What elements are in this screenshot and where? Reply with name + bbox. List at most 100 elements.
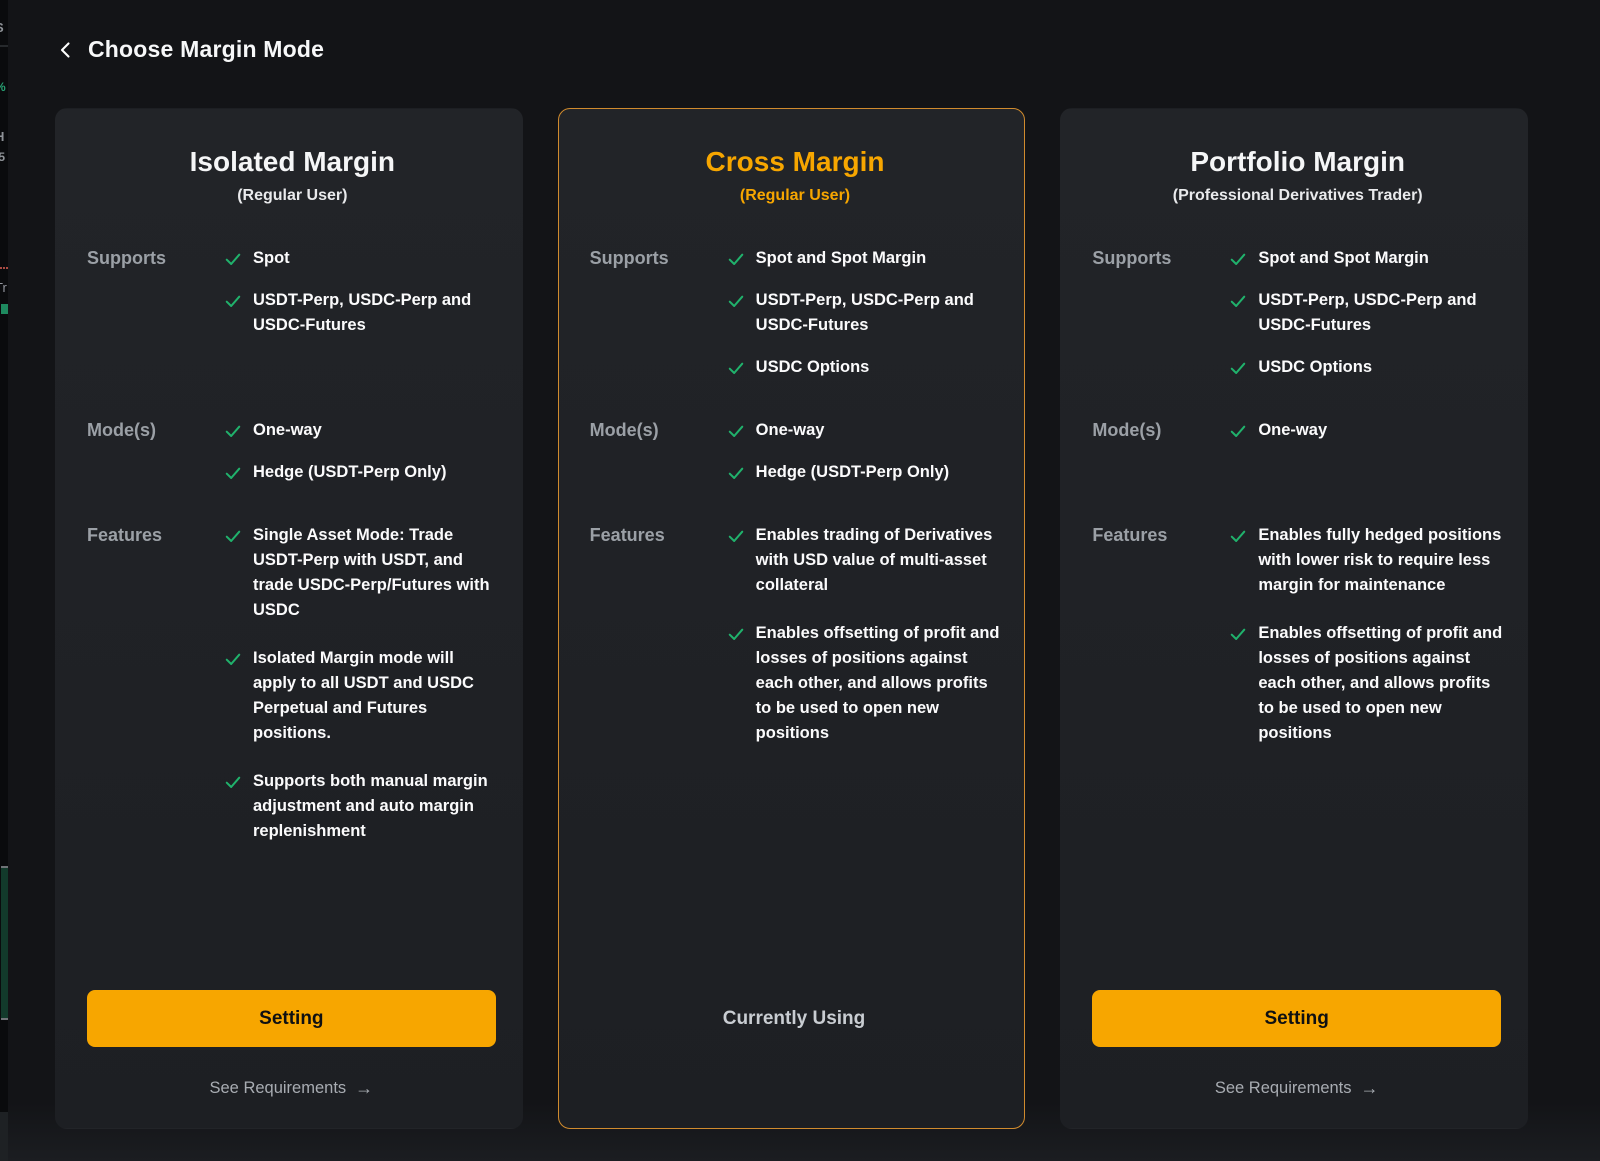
see-requirements-link[interactable]: See Requirements→ — [1215, 1076, 1379, 1100]
list-item-text: Enables fully hedged positions with lowe… — [1258, 523, 1503, 598]
section-items: One-way Hedge (USDT-Perp Only) — [726, 418, 1001, 523]
edge-green-volume-bar — [1, 866, 8, 1020]
card-footer: Setting See Requirements→ — [1092, 990, 1501, 1100]
back-button[interactable] — [55, 39, 77, 61]
list-item: USDC Options — [726, 355, 1001, 380]
list-item-text: USDT-Perp, USDC-Perp and USDC-Futures — [756, 288, 1001, 338]
arrow-right-icon: → — [1361, 1076, 1379, 1100]
section-supports: SupportsSpot USDT-Perp, USDC-Perp and USD… — [87, 246, 498, 418]
card-action: Currently Using — [590, 990, 999, 1047]
section-items: One-way — [1228, 418, 1503, 523]
check-icon — [1228, 358, 1248, 378]
check-icon — [1228, 624, 1248, 644]
setting-button[interactable]: Setting — [1092, 990, 1501, 1047]
card-subtitle: (Professional Derivatives Trader) — [1092, 186, 1503, 206]
section-items: One-way Hedge (USDT-Perp Only) — [223, 418, 498, 523]
edge-text-fragment: .5 — [0, 151, 5, 163]
list-item-text: USDC Options — [1258, 355, 1372, 380]
section-features: Features Enables fully hedged positions w… — [1092, 523, 1503, 769]
list-item-text: One-way — [253, 418, 322, 443]
edge-text-fragment: Tr — [0, 281, 7, 294]
card-sections: Supports Spot and Spot Margin USDT-Perp, U… — [1092, 246, 1503, 769]
section-label: Features — [1092, 523, 1228, 769]
edge-text-fragment: S — [0, 21, 4, 34]
section-modes: Mode(s)One-way — [1092, 418, 1503, 523]
section-label: Mode(s) — [590, 418, 726, 523]
list-item-text: One-way — [756, 418, 825, 443]
list-item-text: Hedge (USDT-Perp Only) — [756, 460, 949, 485]
list-item-text: USDC Options — [756, 355, 870, 380]
list-item: USDT-Perp, USDC-Perp and USDC-Futures — [726, 288, 1001, 338]
card-title: Portfolio Margin — [1092, 146, 1503, 178]
check-icon — [223, 249, 243, 269]
check-icon — [1228, 526, 1248, 546]
section-modes: Mode(s) One-way Hedge (USDT-Perp Only) — [590, 418, 1001, 523]
section-items: Enables trading of Derivatives with USD … — [726, 523, 1001, 769]
edge-bottom-panel — [0, 1112, 8, 1161]
section-features: Features Enables trading of Derivatives w… — [590, 523, 1001, 769]
list-item-text: Hedge (USDT-Perp Only) — [253, 460, 446, 485]
list-item-text: Isolated Margin mode will apply to all U… — [253, 646, 498, 746]
list-item: One-way — [223, 418, 498, 443]
page-background: S % H .5 Tr Choose Margin Mode Isolated … — [0, 0, 1600, 1161]
edge-red-dotted-line — [0, 267, 8, 269]
list-item: Isolated Margin mode will apply to all U… — [223, 646, 498, 746]
list-item: USDT-Perp, USDC-Perp and USDC-Futures — [223, 288, 498, 338]
setting-button[interactable]: Setting — [87, 990, 496, 1047]
card-action: Setting — [87, 990, 496, 1047]
chevron-left-icon — [56, 40, 76, 60]
list-item-text: Spot and Spot Margin — [756, 246, 927, 271]
section-features: FeaturesSingle Asset Mode: Trade USDT-Pe… — [87, 523, 498, 867]
section-label: Supports — [1092, 246, 1228, 418]
card-link-row — [590, 1076, 999, 1100]
card-link-row: See Requirements → — [87, 1076, 496, 1100]
card-subtitle: (Regular User) — [590, 186, 1001, 206]
card-footer: Setting See Requirements → — [87, 990, 496, 1100]
section-label: Features — [590, 523, 726, 769]
edge-divider — [0, 45, 8, 47]
section-supports: SupportsSpot and Spot MarginUSDT-Perp, U… — [590, 246, 1001, 418]
check-icon — [223, 772, 243, 792]
section-label: Mode(s) — [87, 418, 223, 523]
section-items: Enables fully hedged positions with lowe… — [1228, 523, 1503, 769]
card-sections: SupportsSpot USDT-Perp, USDC-Perp and USD… — [87, 246, 498, 867]
list-item: Enables offsetting of profit and losses … — [726, 621, 1001, 746]
list-item: Enables offsetting of profit and losses … — [1228, 621, 1503, 746]
check-icon — [1228, 291, 1248, 311]
section-items: Single Asset Mode: Trade USDT-Perp with … — [223, 523, 498, 867]
list-item-text: USDT-Perp, USDC-Perp and USDC-Futures — [253, 288, 498, 338]
check-icon — [223, 649, 243, 669]
see-requirements-link[interactable]: See Requirements → — [210, 1076, 374, 1100]
card-sections: SupportsSpot and Spot MarginUSDT-Perp, U… — [590, 246, 1001, 769]
list-item: Spot — [223, 246, 498, 271]
background-app-edge-sliver: S % H .5 Tr — [0, 0, 8, 1161]
section-label: Features — [87, 523, 223, 867]
list-item-text: Enables offsetting of profit and losses … — [756, 621, 1001, 746]
card-title: Isolated Margin — [87, 146, 498, 178]
check-icon — [726, 358, 746, 378]
check-icon — [223, 463, 243, 483]
list-item: USDT-Perp, USDC-Perp and USDC-Futures — [1228, 288, 1503, 338]
list-item-text: Enables offsetting of profit and losses … — [1258, 621, 1503, 746]
card-title: Cross Margin — [590, 146, 1001, 178]
card-subtitle: (Regular User) — [87, 186, 498, 206]
list-item: One-way — [1228, 418, 1503, 443]
card-isolated-margin: Isolated Margin (Regular User) SupportsS… — [55, 108, 523, 1129]
currently-using-status: Currently Using — [590, 990, 999, 1047]
edge-green-marker — [1, 304, 8, 314]
check-icon — [726, 291, 746, 311]
list-item-text: Spot and Spot Margin — [1258, 246, 1429, 271]
section-modes: Mode(s) One-way Hedge (USDT-Perp Only) — [87, 418, 498, 523]
card-footer: Currently Using — [590, 990, 999, 1100]
list-item: Spot and Spot Margin — [1228, 246, 1503, 271]
list-item-text: Enables trading of Derivatives with USD … — [756, 523, 1001, 598]
card-portfolio-margin: Portfolio Margin (Professional Derivativ… — [1060, 108, 1528, 1129]
list-item: Enables fully hedged positions with lowe… — [1228, 523, 1503, 598]
section-label: Supports — [87, 246, 223, 418]
edge-text-fragment: H — [0, 130, 4, 143]
check-icon — [726, 624, 746, 644]
arrow-right-icon: → — [355, 1076, 373, 1100]
see-requirements-label: See Requirements — [210, 1076, 347, 1100]
check-icon — [1228, 249, 1248, 269]
card-cross-margin: Cross Margin (Regular User) SupportsSpot… — [558, 108, 1026, 1129]
